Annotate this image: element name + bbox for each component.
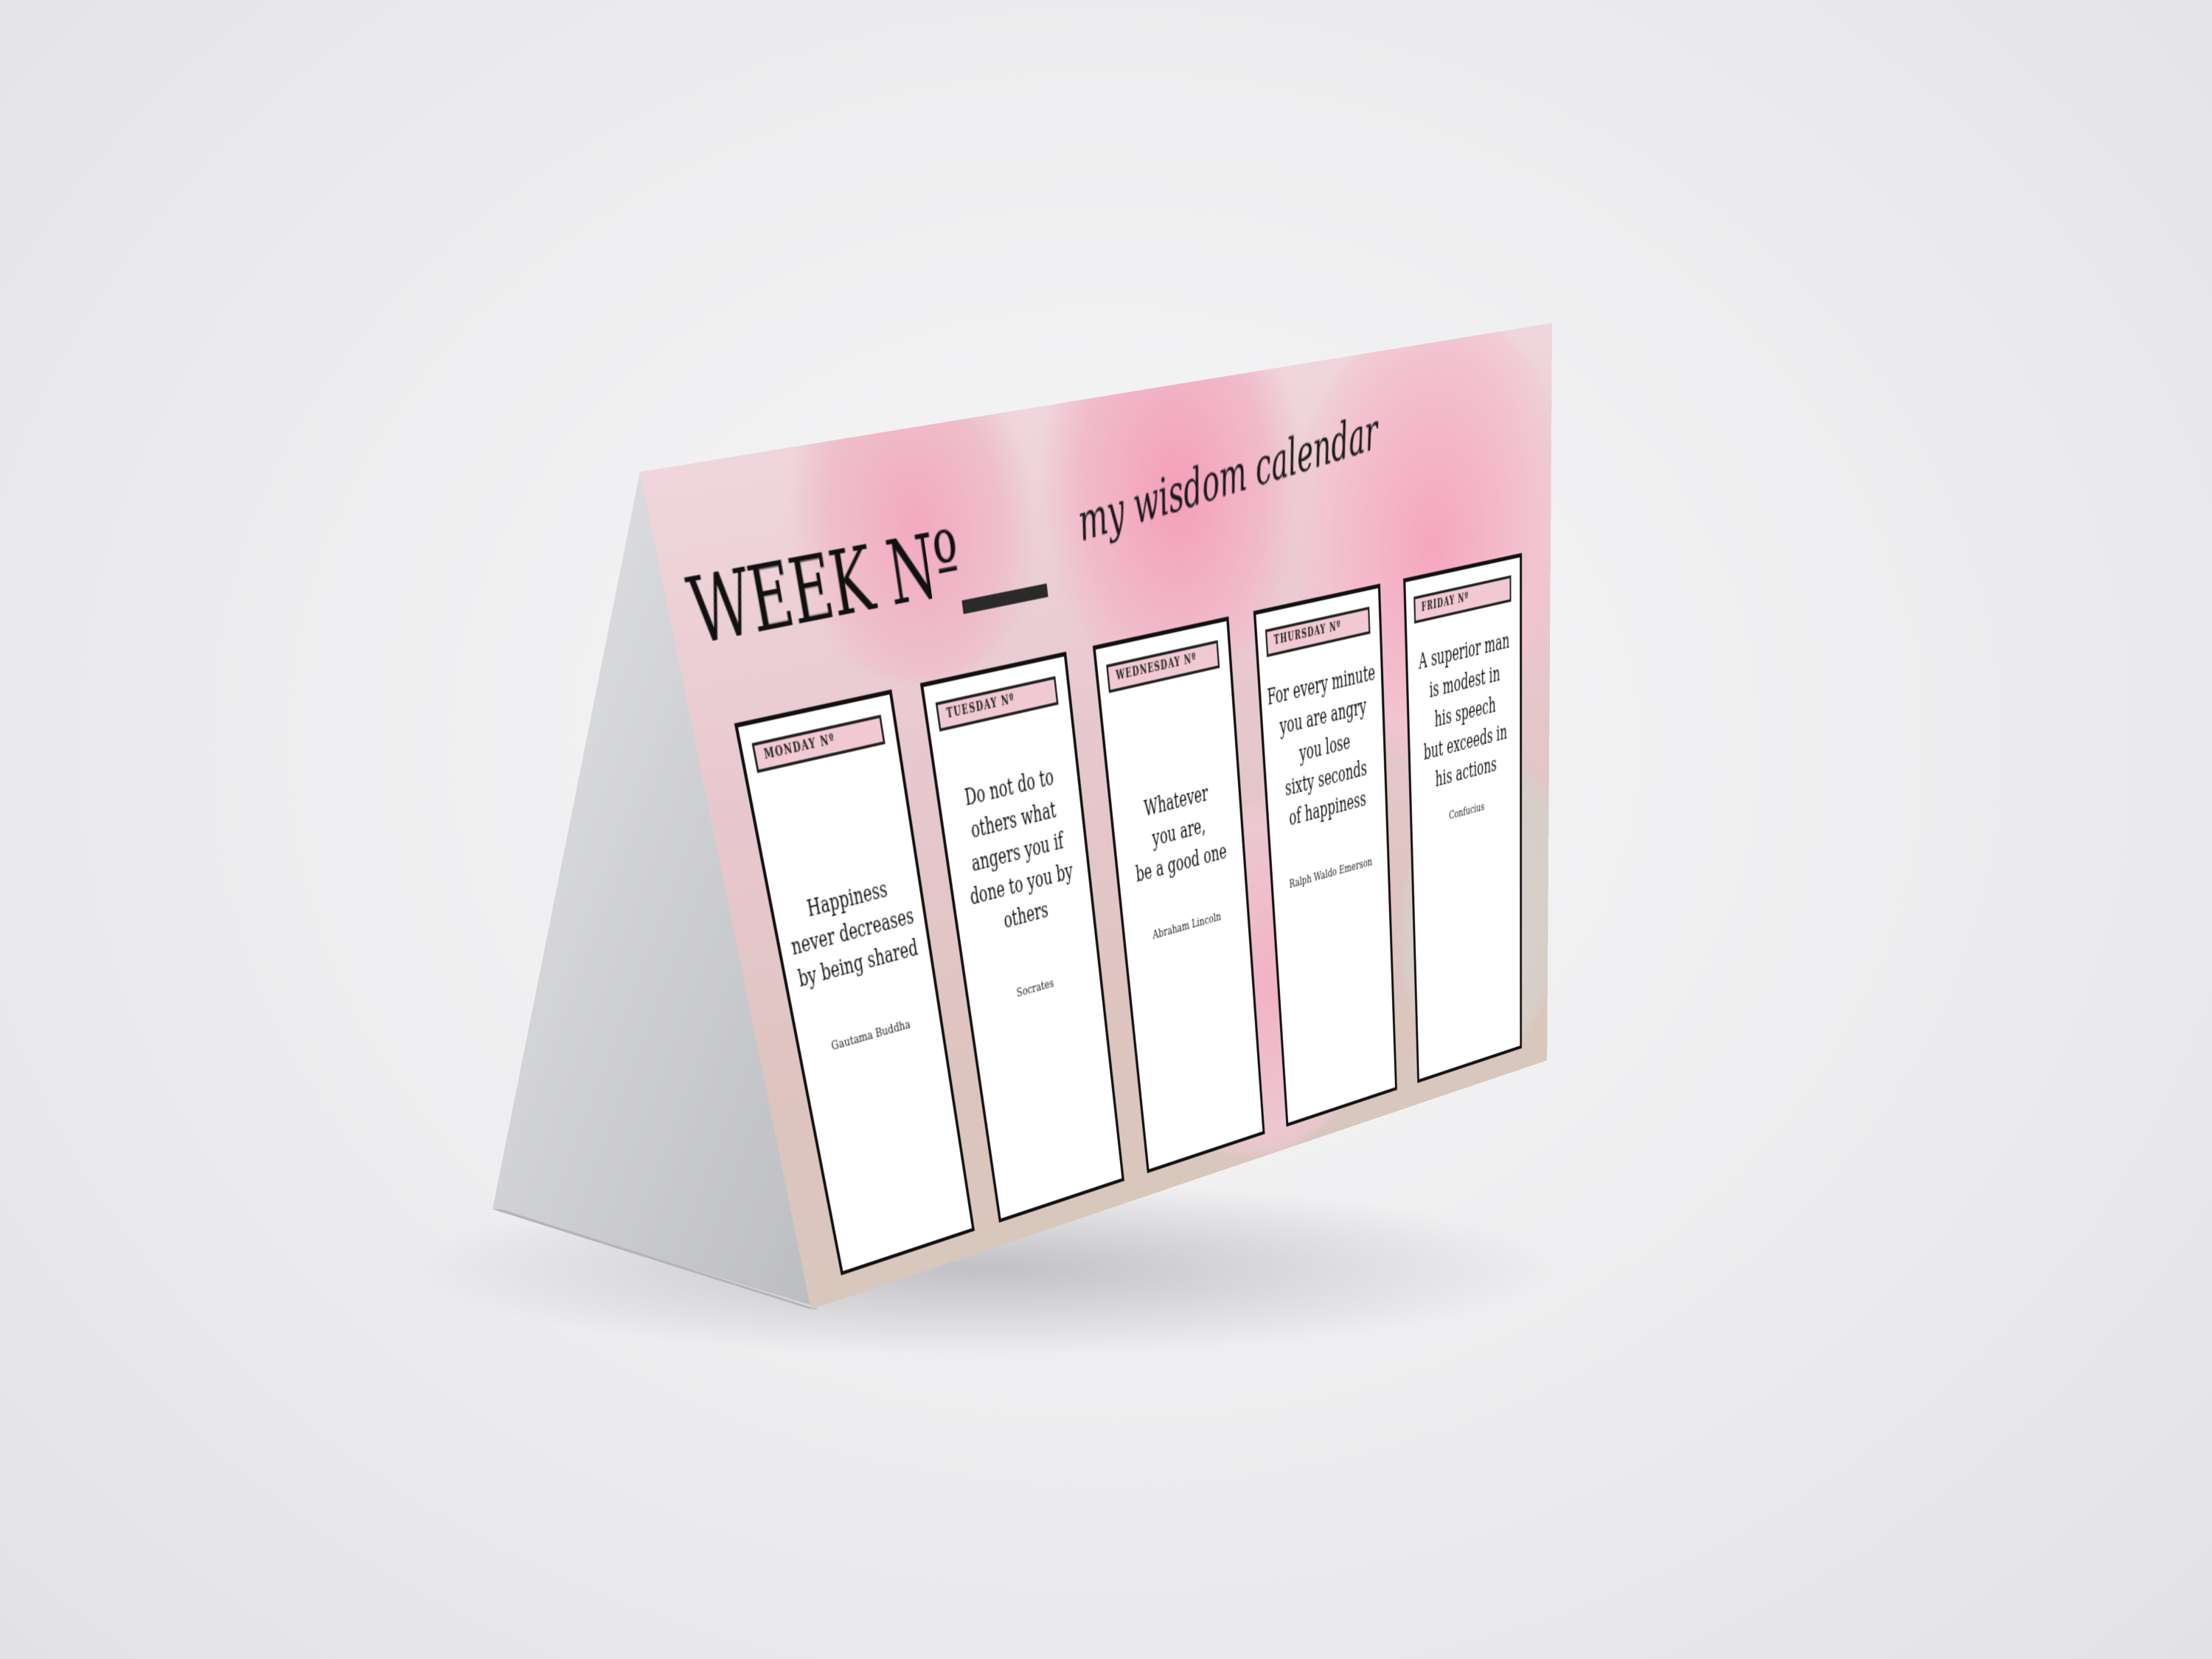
- day-card-friday: FRIDAY Nº A superior man is modest in hi…: [1403, 552, 1523, 1083]
- day-quote: For every minute you are angry you lose …: [1266, 659, 1376, 831]
- day-label: FRIDAY Nº: [1413, 575, 1512, 624]
- day-author: Socrates: [1015, 976, 1055, 1001]
- day-card-wednesday: WEDNESDAY Nº Whatever you are, be a good…: [1092, 616, 1265, 1174]
- day-label: WEDNESDAY Nº: [1106, 640, 1220, 693]
- day-quote: Do not do to others what angers you if d…: [963, 763, 1074, 933]
- day-author: Abraham Lincoln: [1152, 910, 1222, 943]
- day-quote: Happiness never decreases by being share…: [789, 875, 919, 992]
- day-quote: A superior man is modest in his speech b…: [1418, 627, 1510, 792]
- day-label: MONDAY Nº: [751, 714, 886, 773]
- photo-scene: WEEK Nº my wisdom calendar MONDAY Nº Hap…: [0, 0, 2212, 1659]
- day-author: Gautama Buddha: [830, 1017, 912, 1054]
- day-label: TUESDAY Nº: [935, 675, 1059, 732]
- day-quote: Whatever you are, be a good one: [1134, 780, 1228, 888]
- day-author: Ralph Waldo Emerson: [1288, 855, 1373, 892]
- day-author: Confucius: [1449, 800, 1485, 824]
- day-label: THURSDAY Nº: [1265, 606, 1371, 658]
